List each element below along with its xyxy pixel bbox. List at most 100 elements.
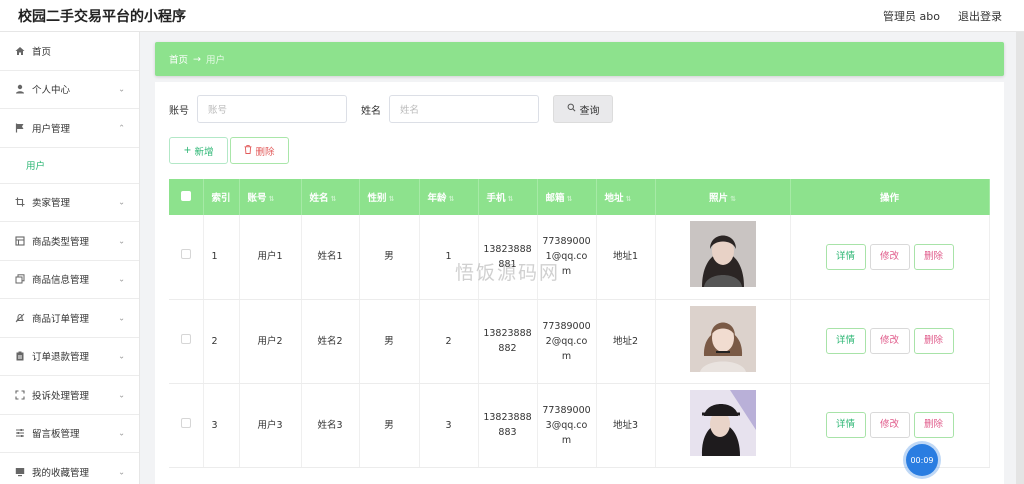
table-row: 1 用户1 姓名1 男 1 13823888881 773890001@qq.c… [169, 215, 990, 300]
sidebar-item-label: 订单退款管理 [32, 352, 90, 364]
content-panel: 账号 账号 姓名 姓名 查询 + 新增 删除 索引 账号 ⇅ 姓名 ⇅ 性别 ⇅… [155, 82, 1004, 484]
chevron-down-icon: ⌄ [118, 197, 125, 207]
breadcrumb-home[interactable]: 首页 [169, 52, 188, 66]
delete-button[interactable]: 删除 [913, 243, 954, 270]
column-header: 操作 [790, 179, 990, 215]
cell-gender: 男 [359, 215, 420, 300]
row-checkbox[interactable] [169, 383, 204, 468]
user-photo[interactable] [689, 305, 756, 372]
chevron-down-icon: ⌄ [118, 84, 125, 94]
sidebar-item-product-management[interactable]: 商品信息管理 ⌄ [0, 261, 139, 299]
cell-account: 用户2 [239, 299, 302, 384]
delete-button[interactable]: 删除 [913, 328, 954, 354]
sidebar-item-label: 首页 [32, 46, 52, 58]
batch-delete-button[interactable]: 删除 [230, 137, 289, 164]
add-button-label: 新增 [194, 146, 214, 158]
app-title: 校园二手交易平台的小程序 [18, 9, 186, 25]
recording-timer[interactable]: 00:09 [906, 444, 938, 476]
cell-actions: 详情 修改 删除 [790, 383, 990, 468]
sidebar-item-favorites-management[interactable]: 我的收藏管理 ⌄ [0, 453, 139, 484]
column-header[interactable]: 年龄 ⇅ [419, 179, 479, 215]
scrollbar[interactable] [1016, 32, 1024, 484]
sidebar-item-profile[interactable]: 个人中心 ⌄ [0, 71, 139, 109]
cell-account: 用户3 [239, 383, 302, 468]
monitor-icon [14, 466, 26, 478]
search-icon [567, 103, 576, 115]
sidebar-item-home[interactable]: 首页 [0, 32, 139, 71]
edit-button[interactable]: 修改 [869, 328, 910, 354]
add-button[interactable]: + 新增 [169, 137, 228, 164]
sidebar-item-category-management[interactable]: 商品类型管理 ⌄ [0, 222, 139, 261]
chevron-down-icon: ⌄ [118, 390, 125, 400]
column-header[interactable]: 照片 ⇅ [655, 179, 791, 215]
arrow-right-icon: → [193, 53, 201, 65]
action-buttons: + 新增 删除 [169, 137, 289, 164]
top-right-links: 管理员 abo 退出登录 [883, 8, 1002, 24]
cell-actions: 详情 修改 删除 [790, 215, 990, 300]
sidebar-subitem-users[interactable]: 用户 [0, 148, 139, 184]
chevron-down-icon: ⌄ [118, 313, 125, 323]
column-header[interactable]: 邮箱 ⇅ [537, 179, 597, 215]
column-header[interactable]: 账号 ⇅ [239, 179, 302, 215]
watermark: 悟饭源码网 [455, 262, 561, 284]
copy-icon [14, 273, 26, 285]
column-header[interactable]: 性别 ⇅ [359, 179, 420, 215]
admin-label: 管理员 abo [883, 10, 940, 23]
table-row: 3 用户3 姓名3 男 3 13823888883 773890003@qq.c… [169, 383, 990, 468]
select-all-checkbox[interactable] [169, 179, 204, 215]
clipboard-icon [14, 350, 26, 362]
breadcrumb-current: 用户 [205, 55, 225, 66]
search-button-label: 查询 [579, 105, 600, 117]
column-header[interactable]: 地址 ⇅ [596, 179, 656, 215]
cell-email: 773890001@qq.com [537, 215, 597, 300]
flag-icon [14, 122, 26, 134]
sidebar-item-seller-management[interactable]: 卖家管理 ⌄ [0, 184, 139, 222]
detail-button[interactable]: 详情 [825, 243, 866, 270]
sidebar-item-message-management[interactable]: 留言板管理 ⌄ [0, 415, 139, 453]
logout-link[interactable]: 退出登录 [958, 8, 1002, 24]
cell-index: 3 [203, 383, 240, 468]
chevron-up-icon: ⌃ [118, 123, 125, 133]
column-header[interactable]: 姓名 ⇅ [301, 179, 360, 215]
search-form: 账号 账号 姓名 姓名 查询 [169, 95, 613, 123]
name-input[interactable]: 姓名 [389, 95, 539, 123]
delete-button-label: 删除 [255, 146, 275, 158]
delete-button[interactable]: 删除 [913, 412, 954, 438]
chevron-down-icon: ⌄ [118, 236, 125, 246]
detail-button[interactable]: 详情 [825, 328, 866, 354]
sidebar-item-order-management[interactable]: 商品订单管理 ⌄ [0, 299, 139, 338]
edit-button[interactable]: 修改 [869, 412, 910, 438]
cell-phone: 13823888883 [478, 383, 538, 468]
cell-phone: 13823888882 [478, 299, 538, 384]
detail-button[interactable]: 详情 [825, 412, 866, 438]
cell-index: 1 [203, 215, 240, 300]
cell-age: 3 [419, 383, 479, 468]
column-header: 索引 [203, 179, 240, 215]
search-button[interactable]: 查询 [553, 95, 613, 123]
cell-photo [655, 215, 791, 300]
account-input[interactable]: 账号 [197, 95, 347, 123]
sidebar-item-label: 商品类型管理 [32, 236, 90, 248]
sidebar-item-label: 商品订单管理 [32, 313, 90, 325]
sidebar-item-refund-management[interactable]: 订单退款管理 ⌄ [0, 338, 139, 376]
edit-button[interactable]: 修改 [869, 243, 910, 270]
sidebar-item-complaint-management[interactable]: 投诉处理管理 ⌄ [0, 376, 139, 415]
sidebar-item-label: 用户管理 [32, 123, 71, 135]
users-table: 索引 账号 ⇅ 姓名 ⇅ 性别 ⇅ 年龄 ⇅ 手机 ⇅ 邮箱 ⇅ 地址 ⇅ 照片 ⇅ 操作 1 … [169, 179, 990, 468]
crop-icon [14, 196, 26, 208]
account-label: 账号 [169, 105, 189, 117]
sliders-icon [14, 427, 26, 439]
sidebar-item-user-management[interactable]: 用户管理 ⌃ [0, 109, 139, 148]
sidebar: 首页 个人中心 ⌄ 用户管理 ⌃ 用户 卖家管理 ⌄ 商品类型管理 ⌄ 商品信息… [0, 32, 140, 484]
column-header[interactable]: 手机 ⇅ [478, 179, 538, 215]
cell-address: 地址1 [596, 215, 656, 300]
row-checkbox[interactable] [169, 215, 204, 300]
user-photo[interactable] [689, 389, 756, 456]
sidebar-item-label: 我的收藏管理 [32, 467, 90, 479]
cell-email: 773890002@qq.com [537, 299, 597, 384]
breadcrumb: 首页 → 用户 [155, 42, 1004, 76]
main-content: 首页 → 用户 账号 账号 姓名 姓名 查询 + 新增 删除 索引 账号 ⇅ 姓… [140, 32, 1024, 484]
user-photo[interactable] [689, 221, 756, 288]
row-checkbox[interactable] [169, 299, 204, 384]
bell-off-icon [14, 312, 26, 324]
